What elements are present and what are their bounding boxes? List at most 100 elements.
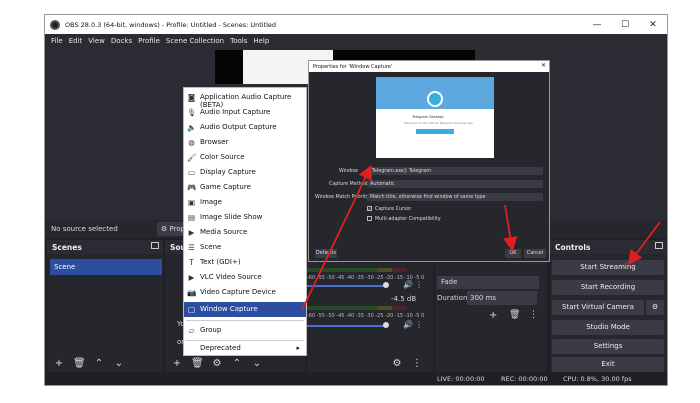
dialog-close-icon[interactable]: ✕ [541, 62, 546, 69]
move-up-icon[interactable]: ⌃ [93, 358, 105, 369]
studio-mode-button[interactable]: Studio Mode [552, 320, 664, 335]
menu-item-window-capture[interactable]: ▢ Window Capture [184, 302, 306, 317]
capture-method-select[interactable]: Automatic [367, 180, 543, 188]
menu-item-color-source[interactable]: 🖌 Color Source [184, 150, 306, 165]
volume-knob-1[interactable] [383, 282, 389, 288]
duration-label: Duration [437, 294, 468, 302]
scenes-title: Scenes [52, 243, 82, 252]
add-transition-icon[interactable]: + [489, 310, 497, 321]
menu-item-app-audio[interactable]: ◙ Application Audio Capture (BETA) [184, 90, 306, 109]
menu-view[interactable]: View [88, 37, 105, 45]
virtual-camera-settings-icon[interactable]: ⚙ [646, 300, 664, 315]
match-priority-select[interactable]: Match title, otherwise find window of sa… [367, 193, 543, 201]
vlc-play-icon: ▶ [188, 273, 195, 282]
defaults-button[interactable]: Defaults [315, 249, 337, 258]
exit-button[interactable]: Exit [552, 357, 664, 372]
dialog-title: Properties for 'Window Capture' ✕ [309, 61, 549, 72]
start-recording-button[interactable]: Start Recording [552, 280, 664, 295]
move-down-icon[interactable]: ⌄ [113, 358, 125, 369]
window-select[interactable]: [Telegram.exe]: Telegram [367, 167, 543, 175]
audio-meter-2 [307, 306, 407, 310]
minimize-icon[interactable]: — [583, 15, 611, 34]
menu-item-scene[interactable]: ☰ Scene [184, 240, 306, 255]
slideshow-icon: ▤ [187, 213, 196, 222]
close-icon[interactable]: ✕ [639, 15, 667, 34]
no-source-label: No source selected [51, 225, 118, 233]
volume-knob-2[interactable] [383, 322, 389, 328]
speaker-icon-2[interactable]: 🔊 [403, 320, 413, 329]
source-down-icon[interactable]: ⌄ [251, 358, 263, 369]
mixer-menu-icon-2[interactable]: ⋮ [415, 320, 423, 329]
menu-item-audio-output[interactable]: 🔈 Audio Output Capture [184, 120, 306, 135]
scene-item[interactable]: Scene [50, 259, 162, 275]
mixer-more-icon[interactable]: ⋮ [411, 358, 423, 369]
menu-file[interactable]: File [51, 37, 63, 45]
add-source-icon[interactable]: + [171, 358, 183, 369]
float-icon[interactable] [655, 242, 663, 249]
menu-item-browser[interactable]: ◍ Browser [184, 135, 306, 150]
menu-scene-collection[interactable]: Scene Collection [166, 37, 224, 45]
app-audio-icon: ◙ [187, 93, 196, 102]
menu-docks[interactable]: Docks [111, 37, 132, 45]
preview-text-2: Welcome to the official Telegram Desktop… [404, 121, 474, 125]
menu-item-game-capture[interactable]: 🎮 Game Capture [184, 180, 306, 195]
remove-scene-icon[interactable]: 🗑 [73, 358, 86, 369]
menu-item-image-slideshow[interactable]: ▤ Image Slide Show [184, 210, 306, 225]
ok-button[interactable]: OK [505, 249, 521, 258]
menu-tools[interactable]: Tools [230, 37, 247, 45]
preview-start-button [416, 129, 454, 134]
menu-item-media-source[interactable]: ▶ Media Source [184, 225, 306, 240]
window-label: Window [339, 169, 358, 174]
source-up-icon[interactable]: ⌃ [231, 358, 243, 369]
checkbox-checked-icon: ✓ [367, 206, 372, 211]
multiadapter-checkbox[interactable]: Multi-adapter Compatibility [367, 216, 441, 222]
transition-menu-icon[interactable]: ⋮ [529, 310, 538, 320]
audio-meter-1 [307, 268, 407, 272]
scenes-dock: Scenes Scene + 🗑 ⌃ ⌄ [47, 240, 163, 372]
capture-cursor-checkbox[interactable]: ✓ Capture Cursor [367, 206, 411, 212]
remove-transition-icon[interactable]: 🗑 [509, 310, 520, 320]
menu-item-deprecated[interactable]: Deprecated ▸ [184, 341, 306, 356]
mixer-settings-icon[interactable]: ⚙ [391, 358, 403, 369]
source-settings-icon[interactable]: ⚙ [211, 358, 223, 369]
menu-item-vlc-video[interactable]: ▶ VLC Video Source [184, 270, 306, 285]
dialog-preview: Telegram Desktop Welcome to the official… [376, 77, 494, 158]
duration-input[interactable]: 300 ms [467, 291, 537, 305]
volume-slider-1[interactable] [307, 285, 387, 287]
play-icon: ▶ [188, 228, 195, 237]
match-priority-label: Window Match Priority [315, 195, 369, 200]
speaker-icon-1[interactable]: 🔊 [403, 280, 413, 289]
start-streaming-button[interactable]: Start Streaming [552, 260, 664, 275]
cpu-status: CPU: 0.8%, 30.00 fps [563, 375, 632, 383]
monitor-icon: ▭ [187, 168, 196, 177]
checkbox-empty-icon [367, 216, 372, 221]
maximize-icon[interactable]: ☐ [611, 15, 639, 34]
menu-profile[interactable]: Profile [138, 37, 160, 45]
mixer-toolbar: ⚙ ⋮ [391, 358, 423, 369]
level-label-2: -4.5 dB [391, 295, 417, 303]
transition-select[interactable]: Fade [437, 276, 539, 289]
menu-item-text-gdi[interactable]: T Text (GDI+) [184, 255, 306, 270]
add-source-menu: ◙ Application Audio Capture (BETA) 🎙 Audio… [183, 87, 307, 356]
menu-item-display-capture[interactable]: ▭ Display Capture [184, 165, 306, 180]
remove-source-icon[interactable]: 🗑 [191, 358, 204, 369]
menu-item-group[interactable]: ▱ Group [184, 323, 306, 338]
menu-edit[interactable]: Edit [69, 37, 83, 45]
mixer-menu-icon-1[interactable]: ⋮ [415, 280, 423, 289]
menu-item-audio-input[interactable]: 🎙 Audio Input Capture [184, 105, 306, 120]
controls-header: Controls [550, 240, 667, 254]
preview-text-1: Telegram Desktop [412, 115, 444, 119]
menu-help[interactable]: Help [253, 37, 269, 45]
brush-icon: 🖌 [187, 153, 197, 162]
list-icon: ☰ [188, 243, 195, 252]
window-title: OBS 28.0.3 (64-bit, windows) - Profile: … [65, 20, 277, 29]
cancel-button[interactable]: Cancel [524, 249, 546, 258]
add-scene-icon[interactable]: + [53, 358, 65, 369]
start-virtual-camera-button[interactable]: Start Virtual Camera [552, 300, 644, 315]
volume-slider-2[interactable] [307, 325, 387, 327]
menu-item-image[interactable]: ▣ Image [184, 195, 306, 210]
float-icon[interactable] [151, 242, 159, 249]
menu-item-video-capture[interactable]: 📷 Video Capture Device [184, 285, 306, 300]
settings-button[interactable]: Settings [552, 339, 664, 354]
live-status: LIVE: 00:00:00 [437, 375, 485, 383]
